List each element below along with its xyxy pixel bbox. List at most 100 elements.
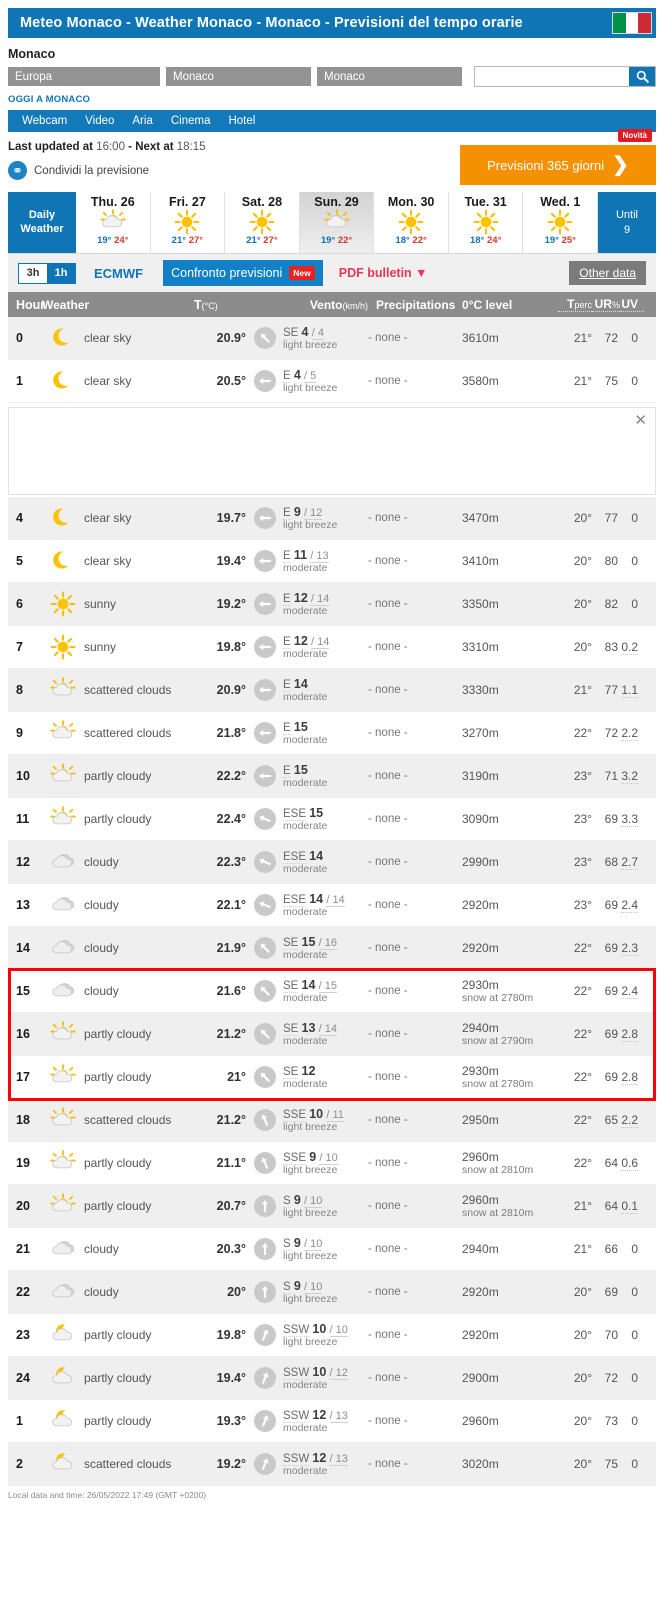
- last-updated-time: 16:00: [96, 141, 125, 153]
- forecast-365-button[interactable]: Previsioni 365 giorni ❯ Novità: [460, 129, 656, 185]
- row-tperc: 23°: [573, 898, 592, 912]
- zero-level-value: 3190m: [462, 769, 499, 783]
- row-temperature: 20.5°: [216, 374, 246, 388]
- search-input[interactable]: [475, 67, 629, 86]
- zero-level-value: 2940m: [462, 1021, 499, 1035]
- table-row[interactable]: 4 clear sky 19.7° E 9 / 12 light breeze - non…: [8, 497, 656, 540]
- other-data-button[interactable]: Other data: [569, 261, 646, 285]
- wind-description: light breeze: [283, 1250, 338, 1262]
- table-row[interactable]: 18 scattered clouds 21.2° SSE 10 / 11 light …: [8, 1099, 656, 1142]
- col-header-ur-main: UR: [594, 297, 612, 311]
- zero-level-value: 2960m: [462, 1150, 499, 1164]
- row-zero-level: 3580m: [462, 374, 558, 388]
- globe-share-icon[interactable]: ⚭: [8, 161, 27, 180]
- row-zero-level: 2960m: [462, 1414, 558, 1428]
- table-row[interactable]: 19 partly cloudy 21.1° SSE 9 / 10 light bree…: [8, 1142, 656, 1185]
- daily-weather-strip: Daily Weather Thu. 26 19° 24° Fri. 27 21° 2…: [8, 192, 656, 254]
- interval-3h-button[interactable]: 3h: [19, 263, 47, 283]
- day-card-1[interactable]: Fri. 27 21° 27°: [151, 192, 226, 253]
- wind-speed: 10: [312, 1322, 327, 1336]
- compare-forecasts-label: Confronto previsioni: [171, 266, 283, 280]
- continent-select[interactable]: Europa: [8, 67, 160, 86]
- wind-description: moderate: [283, 648, 328, 660]
- row-tperc: 22°: [573, 1027, 592, 1041]
- nav-item-video[interactable]: Video: [85, 115, 114, 127]
- table-row[interactable]: 1 partly cloudy 19.3° SSW 12 / 13 moderate - …: [8, 1400, 656, 1443]
- wind-direction-icon: [254, 808, 276, 830]
- table-row[interactable]: 12 cloudy 22.3° ESE 14 moderate - none - 2990m…: [8, 841, 656, 884]
- table-row[interactable]: 7 sunny 19.8° E 12 / 14 moderate - none - 3310…: [8, 626, 656, 669]
- zero-level-value: 2950m: [462, 1113, 499, 1127]
- compare-forecasts-button[interactable]: Confronto previsioni New: [163, 260, 323, 286]
- zero-level-value: 3270m: [462, 726, 499, 740]
- row-zero-level: 3270m: [462, 726, 558, 740]
- col-header-tperc-sub: perc: [574, 300, 592, 310]
- moon-icon: [42, 548, 84, 574]
- cloud-icon: [42, 892, 84, 918]
- day-temp-min: 19°: [544, 235, 559, 246]
- table-row[interactable]: 14 cloudy 21.9° SE 15 / 16 moderate - none - 2…: [8, 927, 656, 970]
- sun-cloud-icon: [42, 763, 84, 789]
- nav-item-hotel[interactable]: Hotel: [228, 115, 255, 127]
- wind-speed: 12: [293, 591, 308, 605]
- table-row[interactable]: 5 clear sky 19.4° E 11 / 13 moderate - none -…: [8, 540, 656, 583]
- zero-level-value: 2930m: [462, 978, 499, 992]
- row-precipitation: - none -: [368, 1157, 408, 1169]
- interval-1h-button[interactable]: 1h: [47, 263, 75, 283]
- table-row[interactable]: 22 cloudy 20° S 9 / 10 light breeze - none - 2…: [8, 1271, 656, 1314]
- table-row[interactable]: 24 partly cloudy 19.4° SSW 10 / 12 moderate -…: [8, 1357, 656, 1400]
- table-row[interactable]: 15 cloudy 21.6° SE 14 / 15 moderate - none - 2…: [8, 970, 656, 1013]
- table-row[interactable]: 0 clear sky 20.9° SE 4 / 4 light breeze - non…: [8, 317, 656, 360]
- ecmwf-model-link[interactable]: ECMWF: [94, 266, 143, 281]
- zero-level-value: 3310m: [462, 640, 499, 654]
- day-name: Tue. 31: [464, 195, 507, 209]
- table-row[interactable]: 13 cloudy 22.1° ESE 14 / 14 moderate - none -…: [8, 884, 656, 927]
- snow-level: snow at 2810m: [462, 1207, 534, 1219]
- close-icon[interactable]: ✕: [634, 413, 647, 428]
- row-uv: 0: [631, 597, 638, 611]
- col-header-temp-main: T: [194, 297, 202, 312]
- row-humidity: 71: [604, 769, 618, 783]
- table-row[interactable]: 20 partly cloudy 20.7° S 9 / 10 light breeze…: [8, 1185, 656, 1228]
- wind-description: moderate: [283, 605, 328, 617]
- day-card-3[interactable]: Sun. 29 19° 22°: [299, 192, 375, 253]
- search-button[interactable]: [629, 67, 655, 86]
- day-card-2[interactable]: Sat. 28 21° 27°: [225, 192, 300, 253]
- row-precipitation: - none -: [368, 899, 408, 911]
- table-row[interactable]: 11 partly cloudy 22.4° ESE 15 moderate - none…: [8, 798, 656, 841]
- day-card-4[interactable]: Mon. 30 18° 22°: [374, 192, 449, 253]
- share-forecast-link[interactable]: Condividi la previsione: [34, 165, 149, 177]
- row-wind: SSW 10 / 12 moderate: [280, 1365, 368, 1391]
- nav-item-aria[interactable]: Aria: [132, 115, 152, 127]
- nav-item-webcam[interactable]: Webcam: [22, 115, 67, 127]
- row-weather-desc: cloudy: [84, 1242, 119, 1256]
- table-row[interactable]: 17 partly cloudy 21° SE 12 moderate - none - 2…: [8, 1056, 656, 1099]
- row-tperc: 23°: [573, 812, 592, 826]
- table-row[interactable]: 16 partly cloudy 21.2° SE 13 / 14 moderate - …: [8, 1013, 656, 1056]
- table-row[interactable]: 2 scattered clouds 19.2° SSW 12 / 13 moderat…: [8, 1443, 656, 1486]
- city-select[interactable]: Monaco: [317, 67, 462, 86]
- table-row[interactable]: 23 partly cloudy 19.8° SSW 10 / 10 light bre…: [8, 1314, 656, 1357]
- wind-description: light breeze: [283, 382, 338, 394]
- table-row[interactable]: 6 sunny 19.2° E 12 / 14 moderate - none - 3350…: [8, 583, 656, 626]
- col-header-weather: Weather: [42, 297, 90, 312]
- wind-speed: 4: [301, 325, 309, 339]
- table-row[interactable]: 21 cloudy 20.3° S 9 / 10 light breeze - none …: [8, 1228, 656, 1271]
- country-select[interactable]: Monaco: [166, 67, 311, 86]
- pdf-bulletin-dropdown[interactable]: PDF bulletin ▼: [339, 266, 428, 280]
- day-name: Sat. 28: [241, 195, 283, 209]
- wind-direction-icon: [254, 1109, 276, 1131]
- row-tperc: 20°: [573, 554, 592, 568]
- table-row[interactable]: 9 scattered clouds 21.8° E 15 moderate - none…: [8, 712, 656, 755]
- table-row[interactable]: 10 partly cloudy 22.2° E 15 moderate - none -…: [8, 755, 656, 798]
- col-header-wind-main: Vento: [309, 297, 343, 312]
- row-hour: 1: [16, 374, 23, 388]
- day-card-5[interactable]: Tue. 31 18° 24°: [449, 192, 524, 253]
- row-wind: SSE 10 / 11 light breeze: [280, 1107, 368, 1133]
- day-card-6[interactable]: Wed. 1 19° 25°: [523, 192, 599, 253]
- day-card-0[interactable]: Thu. 26 19° 24°: [76, 192, 151, 253]
- until-button[interactable]: Until 9: [598, 192, 656, 253]
- table-row[interactable]: 1 clear sky 20.5° E 4 / 5 light breeze - none…: [8, 360, 656, 403]
- table-row[interactable]: 8 scattered clouds 20.9° E 14 moderate - none…: [8, 669, 656, 712]
- nav-item-cinema[interactable]: Cinema: [171, 115, 211, 127]
